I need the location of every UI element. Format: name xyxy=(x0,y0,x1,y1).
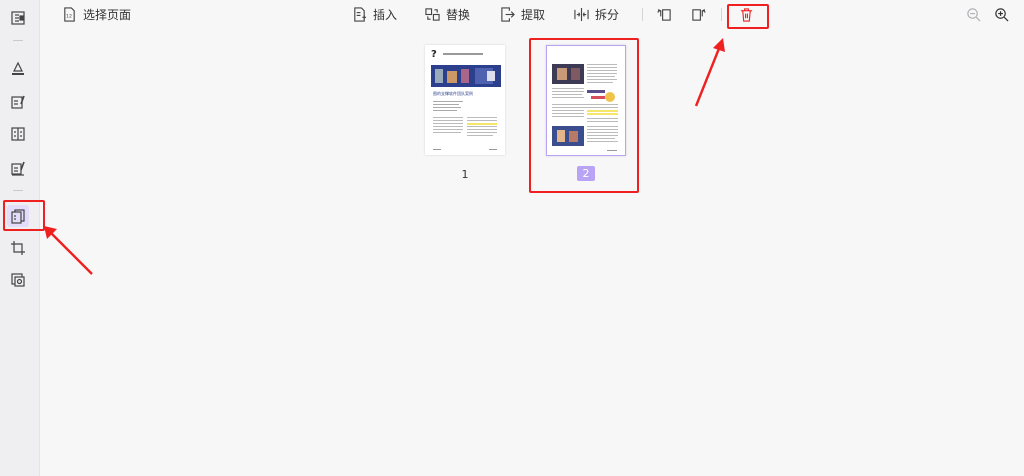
form-icon[interactable] xyxy=(8,124,28,144)
select-page-button[interactable]: 12 选择页面 xyxy=(62,4,131,24)
sign-icon[interactable] xyxy=(8,158,28,178)
rotate-right-button[interactable] xyxy=(688,4,708,24)
zoom-out-icon xyxy=(966,7,980,21)
annotation-arrow-top xyxy=(694,38,725,107)
replace-label: 替换 xyxy=(446,7,471,22)
page-toolbar: 12 选择页面 插入 替换 提取 拆分 xyxy=(40,0,1024,28)
edit-icon[interactable] xyxy=(8,92,28,112)
zoom-in-button[interactable] xyxy=(991,4,1011,24)
layers-icon[interactable] xyxy=(8,270,28,290)
annotation-arrow-left xyxy=(44,226,93,275)
crop-icon[interactable] xyxy=(8,238,28,258)
split-button[interactable]: 拆分 xyxy=(574,4,619,24)
svg-text:12: 12 xyxy=(66,13,72,19)
page-view-icon[interactable] xyxy=(8,8,28,28)
page-thumbnail-1[interactable]: ? 图的支撑软件团队案例 xyxy=(425,45,505,155)
page-number-2-badge: 2 xyxy=(577,166,595,181)
toolbar-divider xyxy=(721,8,722,21)
split-icon xyxy=(574,7,589,21)
page-1-headline: 图的支撑软件团队案例 xyxy=(433,90,473,96)
zoom-out-button[interactable] xyxy=(963,4,983,24)
zoom-in-icon xyxy=(994,7,1008,21)
rotate-left-button[interactable] xyxy=(654,4,674,24)
rotate-left-icon xyxy=(656,8,671,21)
rail-divider xyxy=(13,190,23,191)
page-thumbnail-2[interactable] xyxy=(546,45,626,156)
split-label: 拆分 xyxy=(595,7,620,22)
replace-icon xyxy=(425,7,440,21)
extract-button[interactable]: 提取 xyxy=(500,4,545,24)
organize-pages-icon[interactable] xyxy=(7,205,29,227)
left-tool-rail xyxy=(0,0,40,476)
toolbar-divider xyxy=(642,8,643,21)
page-2-content xyxy=(552,64,618,151)
rail-divider xyxy=(13,40,23,41)
highlighter-icon[interactable] xyxy=(8,58,28,78)
insert-button[interactable]: 插入 xyxy=(352,4,397,24)
svg-text:?: ? xyxy=(431,49,437,60)
page-1-content: ? 图的支撑软件团队案例 xyxy=(431,49,501,150)
replace-button[interactable]: 替换 xyxy=(425,4,470,24)
select-page-icon: 12 xyxy=(64,6,75,22)
delete-icon xyxy=(740,7,752,22)
extract-label: 提取 xyxy=(521,7,546,22)
select-page-label: 选择页面 xyxy=(83,7,132,22)
rotate-right-icon xyxy=(691,8,706,21)
extract-icon xyxy=(501,6,515,22)
delete-button[interactable] xyxy=(736,4,756,24)
page-number-1: 1 xyxy=(461,168,469,181)
insert-label: 插入 xyxy=(373,7,398,22)
insert-icon xyxy=(354,6,367,22)
